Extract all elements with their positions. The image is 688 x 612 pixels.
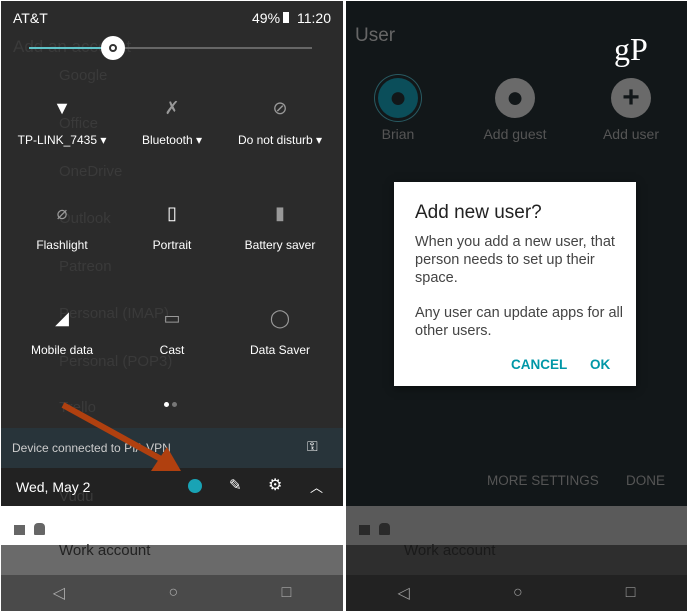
cancel-button[interactable]: CANCEL bbox=[511, 357, 567, 372]
plus-icon: + bbox=[611, 78, 651, 118]
image-icon bbox=[359, 525, 370, 535]
dialog-body: Any user can update apps for all other u… bbox=[415, 305, 623, 339]
recents-icon[interactable]: □ bbox=[626, 584, 636, 602]
add-user-dialog: Add new user? When you add a new user, t… bbox=[394, 182, 636, 386]
back-icon[interactable]: ◁ bbox=[53, 583, 65, 603]
ok-button[interactable]: OK bbox=[590, 357, 610, 372]
nav-bar: ◁ ○ □ bbox=[1, 575, 343, 611]
recents-icon[interactable]: □ bbox=[282, 584, 292, 602]
user-avatar-icon: ● bbox=[378, 78, 418, 118]
background-row: Work account bbox=[346, 542, 687, 576]
more-settings-button[interactable]: MORE SETTINGS bbox=[487, 473, 599, 488]
nav-bar: ◁ ○ □ bbox=[346, 575, 687, 611]
bg-text: Work account bbox=[404, 542, 496, 559]
back-icon[interactable]: ◁ bbox=[398, 583, 410, 603]
user-label: Add guest bbox=[483, 126, 547, 142]
home-icon[interactable]: ○ bbox=[513, 584, 523, 602]
annotation-arrow-icon bbox=[61, 402, 181, 471]
logo: gP bbox=[614, 31, 648, 67]
guest-avatar-icon: ● bbox=[495, 78, 535, 118]
lock-icon bbox=[379, 523, 390, 535]
quick-settings-panel: Add an account Google Office OneDrive Ou… bbox=[1, 1, 343, 611]
user-brian[interactable]: ● Brian bbox=[346, 78, 453, 142]
user-label: Brian bbox=[381, 126, 415, 142]
dialog-title: Add new user? bbox=[415, 202, 542, 223]
page-title: User bbox=[355, 25, 396, 46]
user-label: Add user bbox=[602, 126, 660, 142]
done-button[interactable]: DONE bbox=[626, 473, 665, 488]
add-user[interactable]: + Add user bbox=[576, 78, 686, 142]
notification-card bbox=[346, 506, 687, 545]
home-icon[interactable]: ○ bbox=[168, 584, 178, 602]
add-guest[interactable]: ● Add guest bbox=[460, 78, 570, 142]
user-settings-panel: User gP ● Brian ● Add guest + Add user A… bbox=[346, 1, 687, 611]
dialog-body: When you add a new user, that person nee… bbox=[415, 234, 615, 286]
